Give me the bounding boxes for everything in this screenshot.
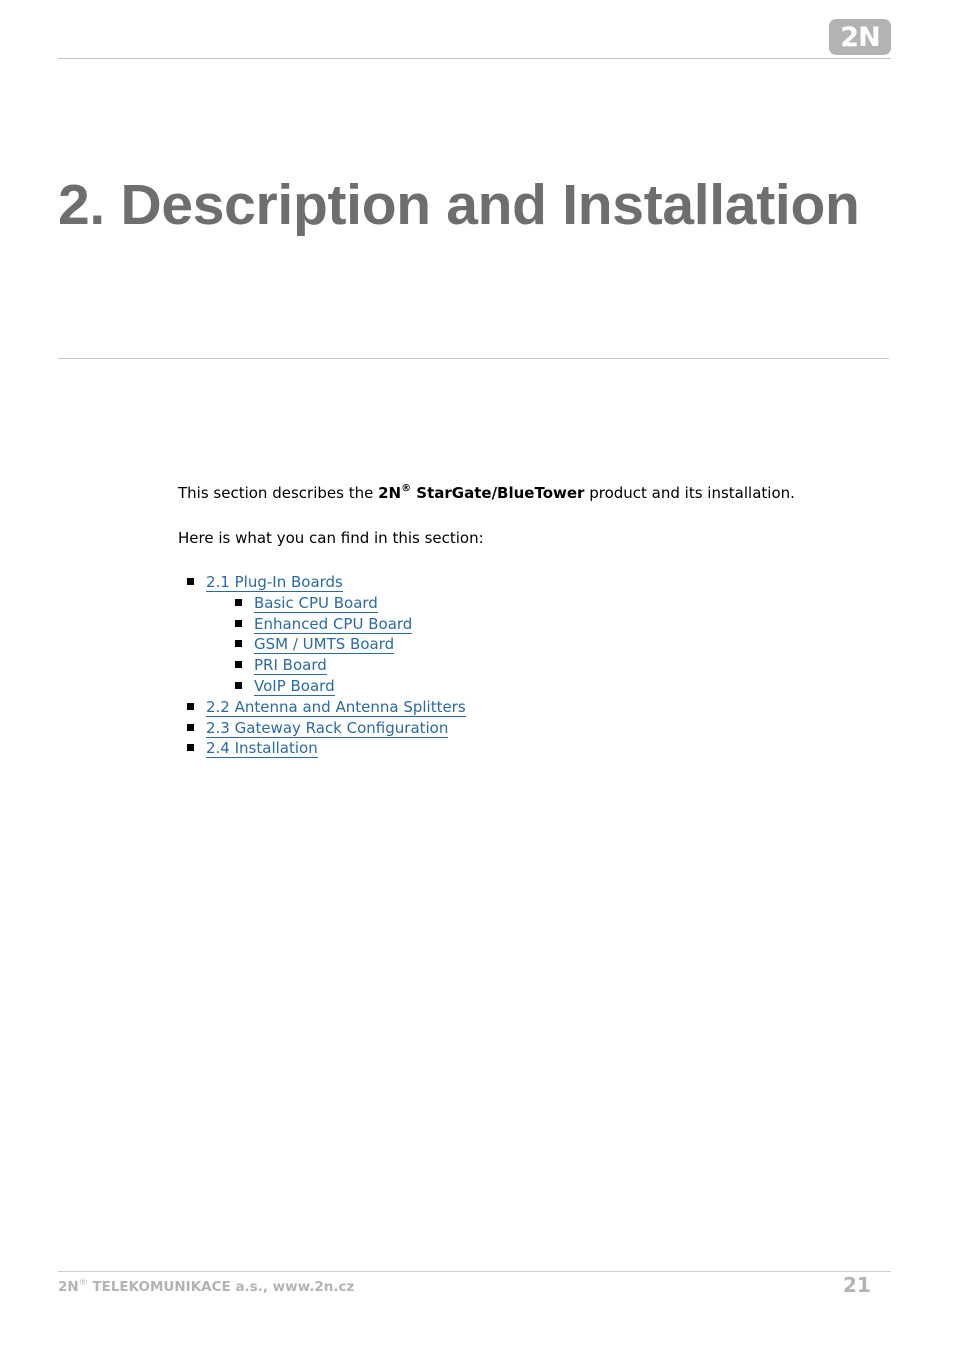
square-bullet-icon bbox=[187, 723, 194, 731]
toc-link-enhanced-cpu-board[interactable]: Enhanced CPU Board bbox=[254, 614, 413, 634]
registered-mark: ® bbox=[401, 483, 412, 494]
toc-link-plug-in-boards[interactable]: 2.1 Plug-In Boards bbox=[206, 573, 343, 592]
toc-link-antenna-splitters[interactable]: 2.2 Antenna and Antenna Splitters bbox=[206, 697, 466, 717]
toc-sublist: Basic CPU Board Enhanced CPU Board GSM /… bbox=[206, 593, 898, 697]
intro-brand: 2N bbox=[378, 484, 402, 502]
table-of-contents: 2.1 Plug-In Boards Basic CPU Board Enhan… bbox=[178, 572, 898, 759]
footer-divider bbox=[58, 1271, 891, 1272]
footer-company-text: TELEKOMUNIKACE a.s., www.2n.cz bbox=[87, 1279, 355, 1295]
page-number: 21 bbox=[843, 1273, 871, 1297]
toc-subitem: Basic CPU Board bbox=[235, 593, 898, 614]
square-bullet-icon bbox=[187, 578, 194, 585]
square-bullet-icon bbox=[235, 661, 242, 669]
toc-link-pri-board[interactable]: PRI Board bbox=[254, 656, 327, 676]
intro-paragraph: This section describes the 2N® StarGate/… bbox=[178, 482, 898, 504]
toc-subitem: GSM / UMTS Board bbox=[235, 634, 898, 655]
footer-company: 2N® TELEKOMUNIKACE a.s., www.2n.cz bbox=[58, 1278, 355, 1296]
lead-paragraph: Here is what you can find in this sectio… bbox=[178, 529, 484, 547]
toc-link-voip-board[interactable]: VoIP Board bbox=[254, 676, 335, 696]
square-bullet-icon bbox=[235, 681, 242, 689]
toc-link-installation[interactable]: 2.4 Installation bbox=[206, 739, 318, 759]
toc-link-gsm-umts-board[interactable]: GSM / UMTS Board bbox=[254, 635, 395, 655]
toc-link-basic-cpu-board[interactable]: Basic CPU Board bbox=[254, 593, 378, 613]
square-bullet-icon bbox=[235, 619, 242, 627]
page-title: 2. Description and Installation bbox=[58, 173, 860, 237]
toc-item: 2.2 Antenna and Antenna Splitters bbox=[187, 697, 898, 718]
toc-item: 2.1 Plug-In Boards Basic CPU Board Enhan… bbox=[187, 572, 898, 697]
intro-text-after: product and its installation. bbox=[584, 484, 795, 502]
toc-subitem: VoIP Board bbox=[235, 676, 898, 697]
footer-registered-mark: ® bbox=[78, 1278, 88, 1288]
toc-subitem: PRI Board bbox=[235, 655, 898, 676]
header-divider bbox=[58, 58, 891, 59]
square-bullet-icon bbox=[187, 744, 194, 752]
footer-brand: 2N bbox=[58, 1279, 79, 1295]
brand-logo: 2N bbox=[829, 19, 891, 55]
intro-product: StarGate/BlueTower bbox=[411, 484, 585, 502]
section-content: This section describes the 2N® StarGate/… bbox=[178, 482, 898, 759]
square-bullet-icon bbox=[235, 640, 242, 648]
square-bullet-icon bbox=[187, 702, 194, 710]
toc-item: 2.4 Installation bbox=[187, 738, 898, 759]
intro-text-before: This section describes the bbox=[178, 484, 379, 502]
toc-link-gateway-rack-configuration[interactable]: 2.3 Gateway Rack Configuration bbox=[206, 718, 449, 738]
title-divider bbox=[58, 358, 889, 359]
toc-subitem: Enhanced CPU Board bbox=[235, 614, 898, 635]
toc-item: 2.3 Gateway Rack Configuration bbox=[187, 718, 898, 739]
square-bullet-icon bbox=[235, 598, 242, 606]
